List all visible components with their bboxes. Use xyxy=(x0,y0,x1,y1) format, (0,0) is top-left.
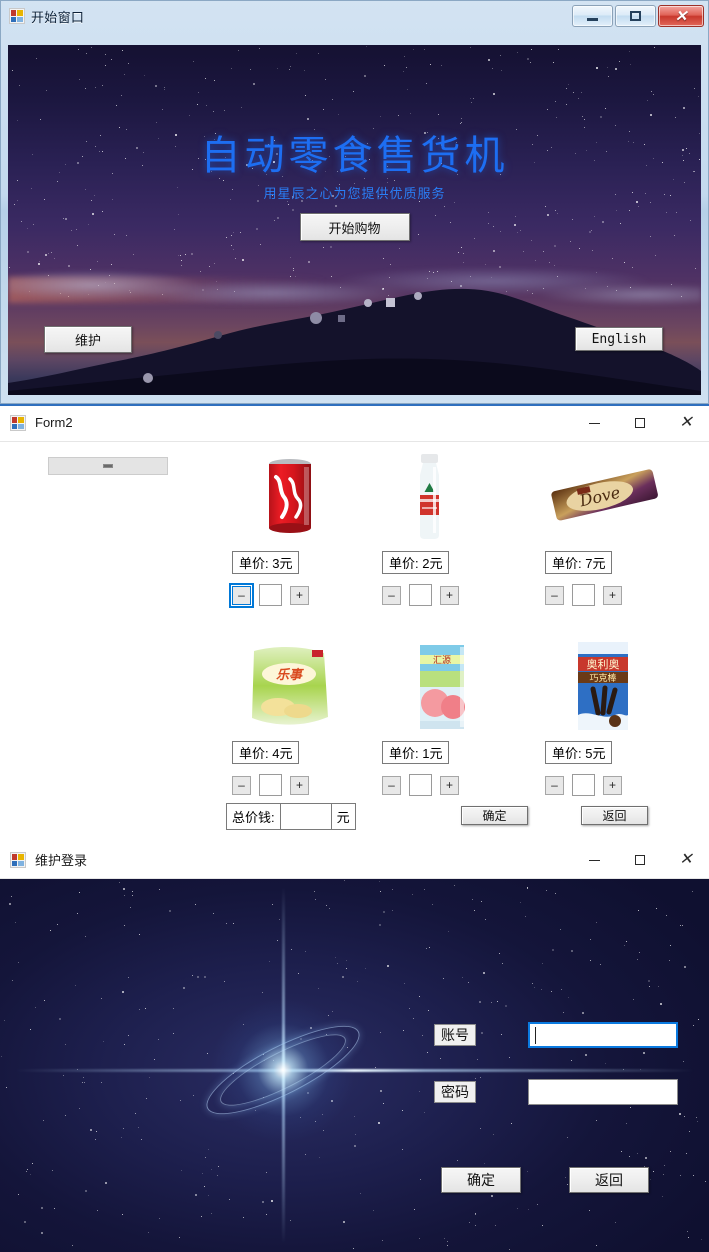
page-subtitle: 用星辰之心为您提供优质服务 xyxy=(263,186,446,201)
product-price-label: 单价: 4元 xyxy=(232,741,300,764)
page-title: 自动零食售货机 xyxy=(200,133,509,179)
quantity-input[interactable] xyxy=(572,584,595,606)
quantity-input[interactable] xyxy=(259,584,282,606)
product-card: 奥利奥 巧克棒 单价: 5元 – + xyxy=(545,641,695,796)
quantity-control: – + xyxy=(545,774,695,796)
product-price-label: 单价: 2元 xyxy=(382,551,450,574)
decrease-quantity-button[interactable]: – xyxy=(382,585,401,605)
account-input[interactable] xyxy=(528,1022,678,1048)
login-body xyxy=(0,879,709,1252)
quantity-control: – + xyxy=(232,774,382,796)
account-label: 账号 xyxy=(434,1023,476,1047)
quantity-control: – + xyxy=(545,584,695,606)
password-input[interactable] xyxy=(528,1079,678,1105)
minimize-icon[interactable] xyxy=(572,5,613,27)
total-price-input[interactable] xyxy=(279,803,332,830)
confirm-button[interactable]: 确定 xyxy=(461,806,528,825)
product-image-oreo: 奥利奥 巧克棒 xyxy=(545,641,695,733)
maximize-icon[interactable] xyxy=(617,404,663,442)
quantity-control: – + xyxy=(229,582,382,608)
product-card: 汇源 单价: 1元 – + xyxy=(382,641,532,796)
product-price-label: 单价: 3元 xyxy=(232,551,300,574)
window-login-title: 维护登录 xyxy=(35,853,88,868)
maximize-icon[interactable] xyxy=(617,841,663,879)
maintenance-button[interactable]: 维护 xyxy=(44,326,132,353)
hero-banner: 自动零食售货机 用星辰之心为您提供优质服务 开始购物 维护 English xyxy=(8,45,701,395)
product-card: 乐事 单价: 4元 – + xyxy=(232,641,382,796)
product-card: 单价: 3元 – + xyxy=(229,451,382,608)
close-icon[interactable]: ✕ xyxy=(658,5,704,27)
decrease-quantity-button[interactable]: – xyxy=(229,582,254,608)
decrease-quantity-button[interactable]: – xyxy=(545,775,564,795)
minimize-icon[interactable] xyxy=(571,404,617,442)
star-bloom xyxy=(208,995,358,1145)
decrease-quantity-button[interactable]: – xyxy=(382,775,401,795)
decrease-quantity-button[interactable]: – xyxy=(545,585,564,605)
decrease-quantity-button[interactable]: – xyxy=(232,775,251,795)
product-image-chips: 乐事 xyxy=(232,641,382,733)
collapse-button[interactable] xyxy=(48,457,168,475)
product-price-label: 单价: 5元 xyxy=(545,741,613,764)
window-start-title: 开始窗口 xyxy=(31,9,85,25)
vb-app-icon xyxy=(10,851,26,868)
window-login-titlebar[interactable]: 维护登录 ✕ xyxy=(0,841,709,879)
window-start-controls: ✕ xyxy=(572,5,704,27)
product-price-label: 单价: 1元 xyxy=(382,741,450,764)
close-icon[interactable]: ✕ xyxy=(663,404,709,442)
vb-app-icon xyxy=(10,414,26,431)
increase-quantity-button[interactable]: + xyxy=(440,775,459,795)
login-back-button[interactable]: 返回 xyxy=(569,1167,649,1193)
increase-quantity-button[interactable]: + xyxy=(603,775,622,795)
window-login-controls: ✕ xyxy=(571,841,709,879)
product-image-cola xyxy=(232,451,382,543)
increase-quantity-button[interactable]: + xyxy=(603,585,622,605)
window-form2-titlebar[interactable]: Form2 ✕ xyxy=(0,404,709,442)
vb-app-icon xyxy=(9,8,25,24)
quantity-input[interactable] xyxy=(409,584,432,606)
window-form2-controls: ✕ xyxy=(571,404,709,442)
product-image-water xyxy=(382,451,532,543)
password-field-row: 密码 xyxy=(434,1079,678,1105)
window-start-titlebar[interactable]: 开始窗口 ✕ xyxy=(0,0,709,32)
svg-text:汇源: 汇源 xyxy=(433,655,451,666)
product-image-chocolate: Dove xyxy=(545,451,695,543)
start-shopping-button[interactable]: 开始购物 xyxy=(299,213,410,241)
password-label: 密码 xyxy=(434,1080,476,1104)
svg-text:奥利奥: 奥利奥 xyxy=(587,657,620,671)
window-form2-title: Form2 xyxy=(35,415,73,430)
screenshot-root: 开始窗口 ✕ 自动零食售货机 用星辰之心为您提供优质服务 开始购物 维护 Eng… xyxy=(0,0,709,1252)
quantity-control: – + xyxy=(382,774,532,796)
product-price-label: 单价: 7元 xyxy=(545,551,613,574)
dash-icon xyxy=(103,464,113,468)
total-price-unit: 元 xyxy=(331,803,356,830)
account-field-row: 账号 xyxy=(434,1022,678,1048)
increase-quantity-button[interactable]: + xyxy=(440,585,459,605)
text-caret xyxy=(535,1027,536,1044)
close-icon[interactable]: ✕ xyxy=(663,841,709,879)
quantity-input[interactable] xyxy=(259,774,282,796)
svg-text:乐事: 乐事 xyxy=(276,667,304,683)
increase-quantity-button[interactable]: + xyxy=(290,775,309,795)
product-image-juice: 汇源 xyxy=(382,641,532,733)
english-language-button[interactable]: English xyxy=(575,327,663,351)
back-button[interactable]: 返回 xyxy=(581,806,648,825)
svg-text:巧克棒: 巧克棒 xyxy=(589,672,616,684)
quantity-input[interactable] xyxy=(572,774,595,796)
product-card: 单价: 2元 – + xyxy=(382,451,532,606)
total-price-row: 总价钱: 元 xyxy=(226,803,356,830)
quantity-control: – + xyxy=(382,584,532,606)
product-card: Dove 单价: 7元 – + xyxy=(545,451,695,606)
minimize-icon[interactable] xyxy=(571,841,617,879)
total-price-label: 总价钱: xyxy=(226,803,280,830)
quantity-input[interactable] xyxy=(409,774,432,796)
increase-quantity-button[interactable]: + xyxy=(290,585,309,605)
window-start: 开始窗口 ✕ 自动零食售货机 用星辰之心为您提供优质服务 开始购物 维护 Eng… xyxy=(0,0,709,404)
maximize-icon[interactable] xyxy=(615,5,656,27)
login-confirm-button[interactable]: 确定 xyxy=(441,1167,521,1193)
